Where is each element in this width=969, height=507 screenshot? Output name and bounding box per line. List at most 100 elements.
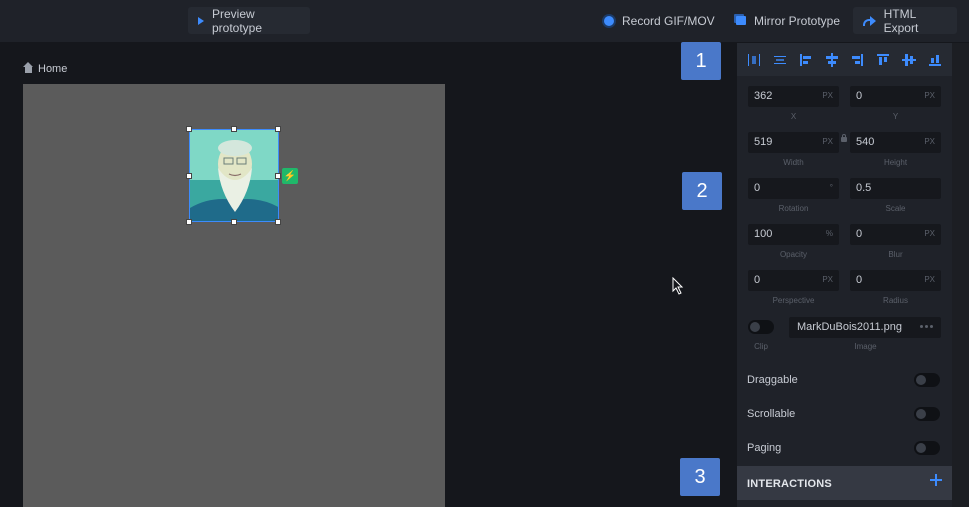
opacity-unit: % xyxy=(825,229,833,238)
distribute-vertical-icon[interactable] xyxy=(773,53,787,67)
blur-value: 0 xyxy=(856,228,863,240)
height-field[interactable]: 540 PX xyxy=(850,132,941,153)
image-file-field[interactable]: MarkDuBois2011.png xyxy=(789,317,941,338)
aspect-lock-icon[interactable] xyxy=(841,134,847,142)
x-field[interactable]: 362 PX xyxy=(748,86,839,107)
html-export-button[interactable]: HTML Export xyxy=(853,6,957,35)
resize-handle-bottom-left[interactable] xyxy=(186,219,192,225)
y-field[interactable]: 0 PX xyxy=(850,86,941,107)
interactions-section-header[interactable]: INTERACTIONS xyxy=(737,466,952,500)
radius-value: 0 xyxy=(856,274,863,286)
alignment-toolbar xyxy=(737,43,952,76)
height-value: 540 xyxy=(856,136,875,148)
rotation-label: Rotation xyxy=(778,204,809,213)
align-bottom-icon[interactable] xyxy=(928,53,942,67)
step-badge-2: 2 xyxy=(682,172,722,210)
blur-label: Blur xyxy=(888,250,903,259)
height-unit: PX xyxy=(924,137,935,146)
image-label: Image xyxy=(854,342,877,351)
width-value: 519 xyxy=(754,136,773,148)
mouse-cursor-icon xyxy=(672,277,684,295)
top-toolbar: Preview prototype Record GIF/MOV Mirror … xyxy=(0,0,969,43)
share-icon xyxy=(863,15,876,26)
mirror-icon xyxy=(736,16,746,25)
home-icon xyxy=(23,61,33,74)
clip-toggle[interactable] xyxy=(748,320,774,334)
preview-prototype-label: Preview prototype xyxy=(212,6,263,35)
mirror-prototype-button[interactable]: Mirror Prototype xyxy=(726,7,850,34)
width-field[interactable]: 519 PX xyxy=(748,132,839,153)
step-badge-1: 1 xyxy=(681,42,721,80)
x-label: X xyxy=(790,112,797,121)
scrollable-label: Scrollable xyxy=(747,408,796,420)
resize-handle-right[interactable] xyxy=(275,173,281,179)
perspective-label: Perspective xyxy=(772,296,815,305)
radius-label: Radius xyxy=(883,296,908,305)
step-badge-3: 3 xyxy=(680,458,720,496)
paging-label: Paging xyxy=(747,442,782,454)
opacity-label: Opacity xyxy=(779,250,808,259)
x-value: 362 xyxy=(754,90,773,102)
draggable-label: Draggable xyxy=(747,374,798,386)
preview-prototype-button[interactable]: Preview prototype xyxy=(188,6,310,35)
clip-label: Clip xyxy=(754,342,768,351)
width-label: Width xyxy=(783,158,804,167)
align-left-icon[interactable] xyxy=(799,53,813,67)
interactions-label: INTERACTIONS xyxy=(747,478,832,490)
align-center-vertical-icon[interactable] xyxy=(902,53,917,67)
record-label: Record GIF/MOV xyxy=(622,13,715,28)
perspective-unit: PX xyxy=(822,275,833,284)
perspective-field[interactable]: 0 PX xyxy=(748,270,839,291)
resize-handle-bottom-right[interactable] xyxy=(275,219,281,225)
interaction-bolt-icon[interactable]: ⚡ xyxy=(282,168,298,184)
align-right-icon[interactable] xyxy=(850,53,864,67)
panel-edge xyxy=(952,43,969,507)
scrollable-toggle[interactable] xyxy=(914,407,940,421)
play-icon xyxy=(198,16,204,25)
radius-field[interactable]: 0 PX xyxy=(850,270,941,291)
rotation-field[interactable]: 0 ° xyxy=(748,178,839,199)
resize-handle-bottom[interactable] xyxy=(231,219,237,225)
breadcrumb[interactable]: Home xyxy=(23,61,67,75)
opacity-field[interactable]: 100% xyxy=(748,224,839,245)
align-center-horizontal-icon[interactable] xyxy=(825,52,839,67)
html-export-label: HTML Export xyxy=(883,6,919,35)
scale-field[interactable]: 0.5 xyxy=(850,178,941,199)
align-top-icon[interactable] xyxy=(876,53,890,67)
draggable-row: Draggable xyxy=(737,364,952,398)
resize-handle-left[interactable] xyxy=(186,173,192,179)
opacity-value: 100 xyxy=(754,228,773,240)
radius-unit: PX xyxy=(924,275,935,284)
scrollable-row: Scrollable xyxy=(737,398,952,432)
x-unit: PX xyxy=(822,91,833,100)
selected-image-layer[interactable] xyxy=(189,129,279,222)
resize-handle-top-right[interactable] xyxy=(275,126,281,132)
width-unit: PX xyxy=(822,137,833,146)
resize-handle-top[interactable] xyxy=(231,126,237,132)
mirror-label: Mirror Prototype xyxy=(754,13,841,28)
blur-field[interactable]: 0 PX xyxy=(850,224,941,245)
scale-value: 0.5 xyxy=(856,182,872,194)
y-value: 0 xyxy=(856,90,863,102)
paging-row: Paging xyxy=(737,432,952,466)
rotation-unit: ° xyxy=(829,183,833,192)
rotation-value: 0 xyxy=(754,182,761,194)
distribute-horizontal-icon[interactable] xyxy=(747,53,761,67)
more-options-icon[interactable] xyxy=(920,325,933,328)
perspective-value: 0 xyxy=(754,274,761,286)
y-label: Y xyxy=(892,112,899,121)
y-unit: PX xyxy=(924,91,935,100)
record-gif-button[interactable]: Record GIF/MOV xyxy=(594,7,725,34)
record-icon xyxy=(604,15,614,26)
scale-label: Scale xyxy=(885,204,906,213)
add-interaction-icon[interactable] xyxy=(930,474,942,486)
portrait-image xyxy=(190,130,278,221)
image-file-name: MarkDuBois2011.png xyxy=(797,321,902,333)
properties-panel: 362 PX 0 PX X Y 519 PX 540 PX Width Height 0… xyxy=(737,43,952,507)
blur-unit: PX xyxy=(924,229,935,238)
height-label: Height xyxy=(883,158,908,167)
paging-toggle[interactable] xyxy=(914,441,940,455)
draggable-toggle[interactable] xyxy=(914,373,940,387)
resize-handle-top-left[interactable] xyxy=(186,126,192,132)
breadcrumb-home[interactable]: Home xyxy=(38,63,67,75)
